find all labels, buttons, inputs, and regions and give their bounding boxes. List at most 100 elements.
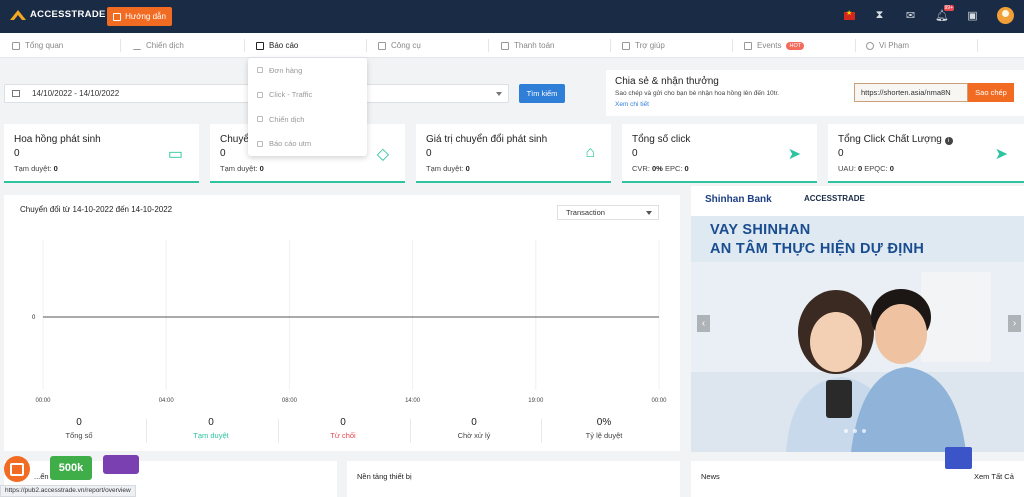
nav-label: Báo cáo [269, 41, 299, 50]
nav-reports[interactable]: Báo cáo [256, 33, 298, 58]
bell-icon[interactable]: 🔔︎ 99+ [935, 5, 954, 22]
stat-total: 0 Tổng số [14, 411, 144, 440]
card-title: Tổng số click [632, 134, 691, 145]
card-value: 0 [426, 148, 432, 159]
payment-icon [501, 41, 509, 50]
info-icon[interactable]: i [944, 137, 953, 145]
bottom-panel-devices: Nền tảng thiết bị [347, 461, 680, 497]
card-title: Hoa hồng phát sinh [14, 134, 101, 145]
chat-widget-button[interactable] [4, 456, 30, 482]
campaign-icon [257, 116, 263, 123]
card-sub-value: 0% [652, 164, 663, 173]
avatar[interactable] [997, 7, 1014, 24]
bag-icon: ⌂ [585, 144, 595, 161]
report-dropdown-menu: Đơn hàng Click - Traffic Chiến dịch Báo … [248, 58, 367, 156]
stat-approval-rate: 0% Tỷ lệ duyệt [539, 411, 669, 440]
card-value: 0 [220, 148, 226, 159]
nav-campaigns[interactable]: Chiến dịch [133, 33, 184, 58]
card-sub-label: Tạm duyệt: [14, 164, 54, 173]
copy-button[interactable]: Sao chép [968, 83, 1014, 102]
nav-help[interactable]: Trợ giúp [622, 33, 665, 58]
card-value: 0 [14, 148, 20, 159]
nav-payment[interactable]: Thanh toán [501, 33, 554, 58]
menu-item-utm-report[interactable]: Báo cáo utm [248, 132, 367, 157]
send-icon: ➤ [787, 146, 801, 163]
card-sub2-value: 0 [889, 164, 894, 173]
accesstrade-logo[interactable]: ACCESSTRADE [10, 9, 106, 20]
hot-badge: HOT [786, 41, 805, 50]
card-value: 0 [838, 148, 844, 159]
report-icon [256, 41, 264, 50]
promo-badge[interactable]: 500k [50, 456, 92, 480]
main-nav: Tổng quan Chiến dịch Báo cáo Công cụ Tha… [0, 33, 1024, 58]
share-title: Chia sẻ & nhận thưởng [615, 76, 719, 87]
status-bar-url: https://pub2.accesstrade.vn/report/overv… [0, 485, 136, 497]
card-sub-label: CVR: [632, 164, 653, 173]
card-sub-label: Tạm duyệt: [220, 164, 260, 173]
menu-item-label: Đơn hàng [269, 65, 303, 75]
top-bar: ACCESSTRADE Hướng dẫn ⧗ ✉ 🔔︎99+ ▣ [0, 0, 1024, 33]
stat-rejected: 0 Từ chối [278, 411, 408, 440]
x-tick-label: 14:00 [405, 398, 421, 404]
search-button[interactable]: Tìm kiếm [519, 84, 565, 103]
vietnam-flag-icon[interactable] [844, 9, 855, 20]
logo-text: ACCESSTRADE [30, 9, 106, 20]
nav-label: Công cụ [391, 41, 421, 50]
help-icon [622, 41, 630, 50]
orders-icon [257, 67, 263, 74]
share-referral-box: Chia sẻ & nhận thưởng Sao chép và gửi ch… [606, 70, 1024, 116]
banner-subheadline: AN TÂM THỰC HIỆN DỰ ĐỊNH [710, 241, 925, 257]
shinhan-promo-banner[interactable]: Shinhan Bank ACCESSTRADE VAY SHINHAN AN … [691, 186, 1024, 452]
trophy-icon[interactable]: ⧗ [873, 9, 886, 22]
conversion-stats: 0 Tổng số 0 Tạm duyệt 0 Từ chối 0 Chờ xử lý … [4, 411, 680, 451]
nav-label: Vi Phạm [879, 41, 910, 50]
card-sub-value: 0 [858, 164, 863, 173]
notification-badge: 99+ [943, 5, 954, 11]
promo-badge-secondary[interactable] [103, 455, 139, 474]
send-icon: ➤ [994, 146, 1008, 163]
x-tick-label: 19:00 [528, 398, 544, 404]
view-all-link[interactable]: Xem Tất Cả [974, 472, 1014, 481]
guide-button[interactable]: Hướng dẫn [107, 7, 172, 26]
nav-tools[interactable]: Công cụ [378, 33, 421, 58]
stat-label: Tỷ lệ duyệt [585, 431, 623, 440]
menu-item-orders[interactable]: Đơn hàng [248, 58, 367, 83]
stat-label: Từ chối [330, 431, 356, 440]
x-tick-label: 00:00 [35, 398, 51, 404]
guide-button-label: Hướng dẫn [125, 12, 166, 21]
card-sub-label: Tạm duyệt: [426, 164, 466, 173]
diamond-icon: ◇ [376, 146, 389, 163]
banner-prev-arrow[interactable]: ‹ [697, 315, 710, 332]
share-details-link[interactable]: Xem chi tiết [615, 101, 649, 108]
conversion-chart: 00:00 04:00 08:00 14:00 19:00 00:00 0 [32, 240, 667, 404]
menu-item-label: Báo cáo utm [269, 139, 312, 149]
card-sub2-value: 0 [684, 164, 689, 173]
stat-value: 0 [340, 417, 346, 428]
book-icon [113, 12, 122, 21]
calendar-icon [744, 41, 752, 50]
card-sub-value: 0 [53, 164, 58, 173]
banner-next-arrow[interactable]: › [1008, 315, 1021, 332]
date-range-value: 14/10/2022 - 14/10/2022 [32, 89, 120, 98]
nav-label: Chiến dịch [146, 41, 184, 50]
stat-label: Tổng số [65, 431, 93, 440]
nav-label: Trợ giúp [635, 41, 665, 50]
gift-icon[interactable]: ▣ [966, 9, 979, 22]
stat-processing: 0 Chờ xử lý [409, 411, 539, 440]
banner-dots[interactable] [844, 429, 866, 433]
stat-card-commission: Hoa hồng phát sinh 0 Tạm duyệt: 0 ▭ [4, 124, 199, 183]
mail-icon[interactable]: ✉ [904, 9, 917, 22]
referral-url-field[interactable]: https://shorten.asia/nma8N [854, 83, 968, 102]
nav-violations[interactable]: Vi Phạm [866, 33, 909, 58]
chevron-down-icon [496, 92, 502, 96]
nav-overview[interactable]: Tổng quan [12, 33, 63, 58]
news-thumbnail[interactable] [945, 447, 972, 469]
stat-value: 0 [208, 417, 214, 428]
menu-item-campaigns[interactable]: Chiến dịch [248, 107, 367, 132]
shinhan-logo: Shinhan Bank [705, 194, 772, 205]
card-sub-label: UAU: [838, 164, 859, 173]
menu-item-click-traffic[interactable]: Click - Traffic [248, 83, 367, 108]
stat-pending-approval: 0 Tạm duyệt [146, 411, 276, 440]
nav-events[interactable]: Events HOT [744, 33, 805, 58]
stat-card-conversion-value: Giá trị chuyển đổi phát sinh 0 Tạm duyệt… [416, 124, 611, 183]
